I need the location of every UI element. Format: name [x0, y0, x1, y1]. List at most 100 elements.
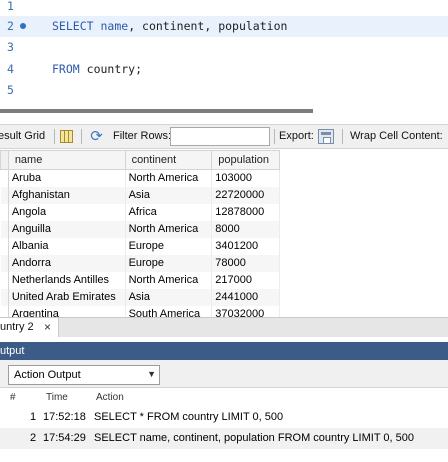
export-label: Export:	[279, 130, 314, 142]
table-header-row: name continent population	[0, 150, 280, 170]
cell-name[interactable]: Anguilla	[8, 220, 126, 238]
cell-continent[interactable]: South America	[125, 305, 213, 317]
cell-population[interactable]: 78000	[211, 254, 280, 272]
export-icon[interactable]	[318, 129, 334, 144]
grid-view-icon[interactable]	[60, 130, 73, 143]
line-number: 2	[7, 19, 14, 33]
column-header-action[interactable]: Action	[96, 389, 124, 406]
column-header-continent[interactable]: continent	[124, 150, 213, 170]
sql-keyword: FROM	[52, 62, 80, 76]
table-row[interactable]: Angola Africa 12878000	[0, 203, 280, 221]
dropdown-arrow-icon: ▼	[147, 369, 156, 379]
cell-population[interactable]: 8000	[211, 220, 280, 238]
table-row[interactable]: Aruba North America 103000	[0, 169, 280, 187]
query-tab-strip: untry 2 ×	[0, 317, 448, 337]
editor-line-1[interactable]: 1	[0, 0, 448, 17]
action-output-table: # Time Action 1 17:52:18 SELECT * FROM c…	[0, 389, 448, 462]
cell-name[interactable]: Argentina	[8, 305, 126, 317]
cell-population[interactable]: 3401200	[211, 237, 280, 255]
cell-continent[interactable]: Asia	[125, 288, 213, 306]
output-panel-header: utput	[0, 342, 448, 360]
line-number: 4	[7, 62, 14, 76]
column-header-number[interactable]: #	[10, 389, 16, 406]
toolbar-separator	[342, 129, 343, 144]
column-header-population[interactable]: population	[211, 150, 280, 170]
wrap-cell-content-label[interactable]: Wrap Cell Content:	[350, 125, 443, 148]
sql-editor[interactable]: 1 2 SELECT name, continent, population 3…	[0, 0, 448, 107]
table-row[interactable]: Albania Europe 3401200	[0, 237, 280, 255]
output-row-action: SELECT * FROM country LIMIT 0, 500	[94, 411, 284, 423]
cell-population[interactable]: 2441000	[211, 288, 280, 306]
result-grid[interactable]: name continent population Aruba North Am…	[0, 150, 280, 317]
table-row[interactable]: Anguilla North America 8000	[0, 220, 280, 238]
editor-line-3[interactable]: 3	[0, 37, 448, 58]
table-row[interactable]: Afghanistan Asia 22720000	[0, 186, 280, 204]
result-table: name continent population Aruba North Am…	[0, 150, 280, 317]
row-header[interactable]	[0, 288, 9, 306]
cell-continent[interactable]: North America	[125, 220, 213, 238]
sql-identifier: name	[100, 19, 129, 33]
output-type-value: Action Output	[14, 369, 81, 381]
line-number: 1	[7, 0, 14, 13]
row-header[interactable]	[0, 271, 9, 289]
refresh-icon[interactable]: ⟳	[88, 128, 105, 145]
column-header-time[interactable]: Time	[46, 389, 68, 406]
table-row[interactable]: Netherlands Antilles North America 21700…	[0, 271, 280, 289]
statement-marker-icon	[20, 23, 26, 29]
sql-keyword: SELECT	[52, 19, 94, 33]
cell-population[interactable]: 37032000	[211, 305, 280, 317]
output-row-number: 2	[30, 432, 37, 444]
result-grid-tab[interactable]: esult Grid	[0, 125, 45, 148]
cell-name[interactable]: Angola	[8, 203, 126, 221]
result-grid-toolbar: esult Grid ⟳ Filter Rows: Export: Wrap C…	[0, 124, 448, 149]
row-header[interactable]	[0, 220, 9, 238]
editor-line-5[interactable]: 5	[0, 80, 448, 101]
output-row-action: SELECT name, continent, population FROM …	[94, 432, 414, 444]
cell-continent[interactable]: Africa	[125, 203, 213, 221]
cell-population[interactable]: 12878000	[211, 203, 280, 221]
close-icon[interactable]: ×	[44, 320, 51, 334]
cell-population[interactable]: 103000	[211, 169, 280, 187]
toolbar-separator	[81, 129, 82, 144]
cell-name[interactable]: Aruba	[8, 169, 126, 187]
toolbar-separator	[54, 129, 55, 144]
query-tab-country-2[interactable]: untry 2 ×	[0, 318, 59, 337]
table-row[interactable]: United Arab Emirates Asia 2441000	[0, 288, 280, 306]
sql-statement: FROM country;	[52, 59, 142, 80]
cell-continent[interactable]: Asia	[125, 186, 213, 204]
cell-name[interactable]: Netherlands Antilles	[8, 271, 126, 289]
cell-name[interactable]: United Arab Emirates	[8, 288, 126, 306]
row-header[interactable]	[0, 186, 9, 204]
editor-line-2[interactable]: 2 SELECT name, continent, population	[0, 16, 448, 37]
cell-population[interactable]: 217000	[211, 271, 280, 289]
output-row[interactable]: 1 17:52:18 SELECT * FROM country LIMIT 0…	[0, 407, 448, 428]
output-type-select[interactable]: Action Output ▼	[8, 365, 160, 385]
sql-statement: SELECT name, continent, population	[52, 16, 287, 37]
row-header[interactable]	[0, 203, 9, 221]
cell-name[interactable]: Afghanistan	[8, 186, 126, 204]
filter-rows-input[interactable]	[170, 127, 270, 146]
cell-population[interactable]: 22720000	[211, 186, 280, 204]
sql-text: country;	[86, 62, 143, 76]
scrollbar-thumb[interactable]	[0, 109, 313, 113]
row-header-corner	[0, 150, 9, 170]
column-header-name[interactable]: name	[7, 150, 126, 170]
result-grid-empty-area	[280, 150, 448, 317]
cell-continent[interactable]: North America	[125, 169, 213, 187]
row-header[interactable]	[0, 237, 9, 255]
cell-name[interactable]: Albania	[8, 237, 126, 255]
table-row[interactable]: Andorra Europe 78000	[0, 254, 280, 272]
output-row[interactable]: 2 17:54:29 SELECT name, continent, popul…	[0, 428, 448, 449]
cell-continent[interactable]: Europe	[125, 254, 213, 272]
output-toolbar: Action Output ▼	[0, 360, 448, 388]
editor-line-4[interactable]: 4 FROM country;	[0, 59, 448, 80]
cell-continent[interactable]: Europe	[125, 237, 213, 255]
cell-continent[interactable]: North America	[125, 271, 213, 289]
row-header[interactable]	[0, 169, 9, 187]
table-row[interactable]: Argentina South America 37032000	[0, 305, 280, 317]
row-header[interactable]	[0, 254, 9, 272]
cell-name[interactable]: Andorra	[8, 254, 126, 272]
row-header[interactable]	[0, 305, 9, 317]
sql-text: , continent, population	[128, 19, 288, 33]
editor-horizontal-scrollbar[interactable]	[0, 107, 448, 116]
